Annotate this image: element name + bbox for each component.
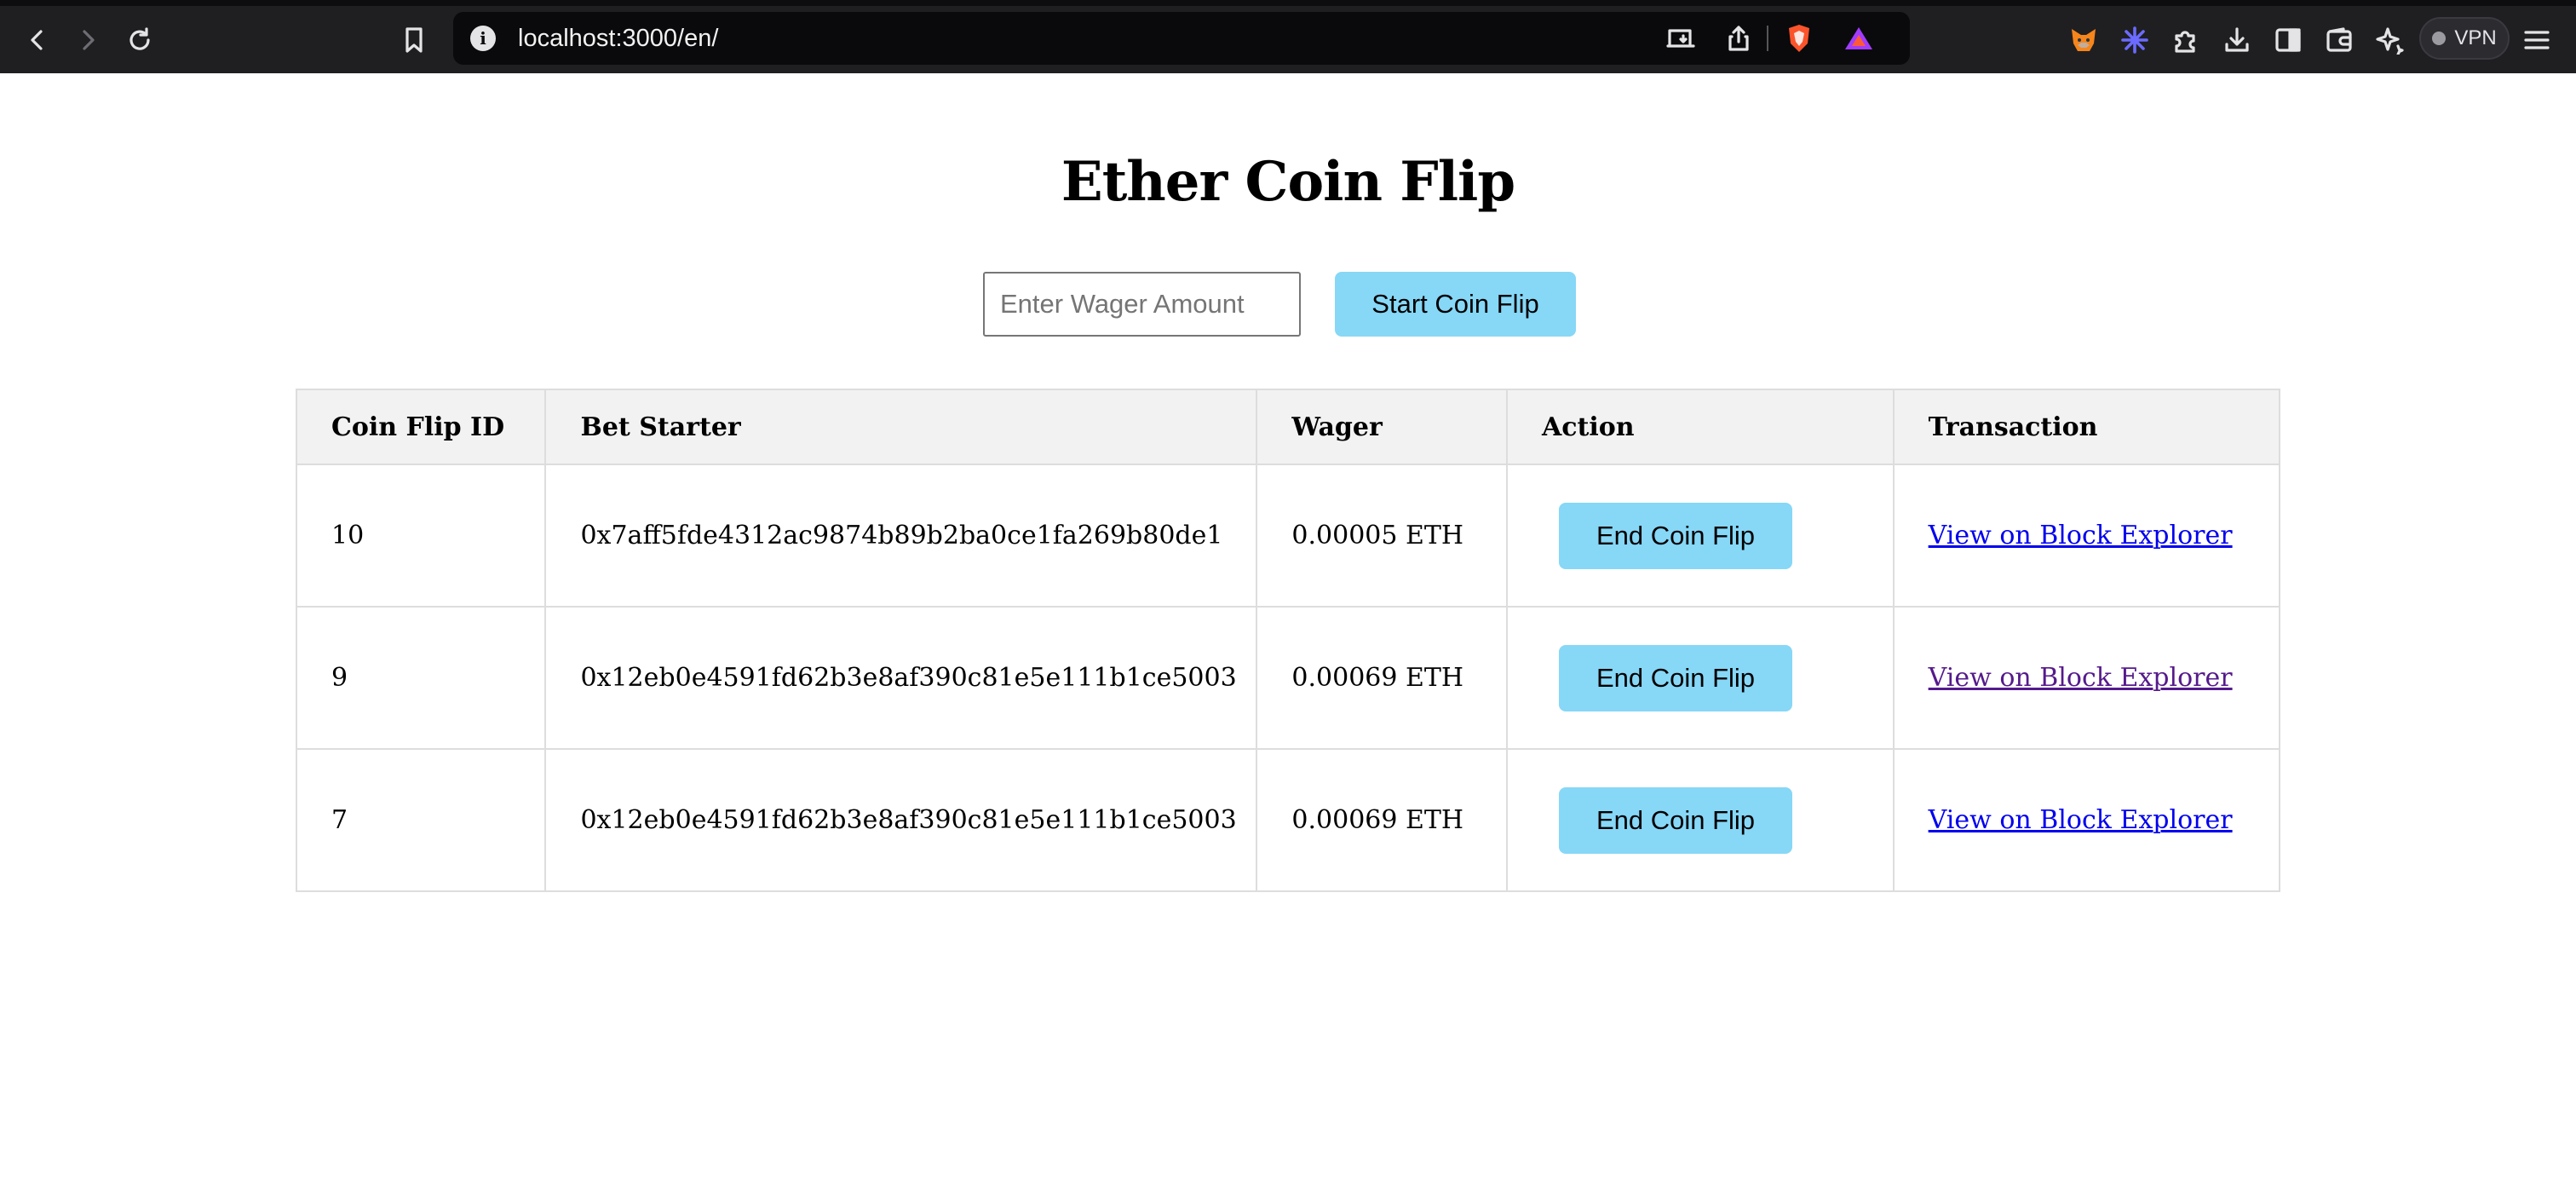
table-row: 7 0x12eb0e4591fd62b3e8af390c81e5e111b1ce… bbox=[295, 748, 2281, 892]
wager-amount: 0.00005 ETH bbox=[1256, 464, 1508, 608]
back-icon[interactable] bbox=[17, 6, 58, 73]
vpn-label: VPN bbox=[2454, 26, 2497, 49]
ai-sparkle-icon[interactable] bbox=[2370, 6, 2411, 73]
reload-icon[interactable] bbox=[119, 6, 160, 73]
transaction-cell: View on Block Explorer bbox=[1892, 464, 2281, 608]
vpn-button[interactable]: VPN bbox=[2419, 17, 2510, 60]
header-transaction: Transaction bbox=[1892, 389, 2281, 465]
bet-starter-address: 0x12eb0e4591fd62b3e8af390c81e5e111b1ce50… bbox=[544, 606, 1258, 750]
transaction-cell: View on Block Explorer bbox=[1892, 748, 2281, 892]
brave-rewards-icon[interactable] bbox=[1839, 12, 1878, 65]
table-row: 9 0x12eb0e4591fd62b3e8af390c81e5e111b1ce… bbox=[295, 606, 2281, 750]
forward-icon[interactable] bbox=[67, 6, 108, 73]
header-wager: Wager bbox=[1256, 389, 1508, 465]
wager-amount-input[interactable] bbox=[983, 272, 1301, 337]
share-icon[interactable] bbox=[1719, 12, 1758, 65]
block-explorer-link[interactable]: View on Block Explorer bbox=[1929, 663, 2233, 693]
wager-amount: 0.00069 ETH bbox=[1256, 748, 1508, 892]
extensions-icon[interactable] bbox=[2165, 6, 2206, 73]
header-action: Action bbox=[1506, 389, 1895, 465]
info-icon[interactable]: i bbox=[470, 26, 496, 51]
coin-flip-id: 9 bbox=[295, 606, 547, 750]
transaction-cell: View on Block Explorer bbox=[1892, 606, 2281, 750]
header-bet-starter: Bet Starter bbox=[544, 389, 1258, 465]
menu-icon[interactable] bbox=[2516, 6, 2557, 73]
end-coin-flip-button[interactable]: End Coin Flip bbox=[1559, 502, 1792, 569]
action-cell: End Coin Flip bbox=[1506, 606, 1895, 750]
browser-toolbar: i localhost:3000/en/ VPN bbox=[0, 0, 2576, 73]
wager-amount: 0.00069 ETH bbox=[1256, 606, 1508, 750]
coin-flip-id: 10 bbox=[295, 464, 547, 608]
address-bar[interactable]: i localhost:3000/en/ bbox=[453, 12, 1910, 65]
brave-shields-icon[interactable] bbox=[1780, 12, 1819, 65]
cast-icon[interactable] bbox=[1661, 12, 1700, 65]
action-cell: End Coin Flip bbox=[1506, 464, 1895, 608]
wallet-icon[interactable] bbox=[2319, 6, 2360, 73]
end-coin-flip-button[interactable]: End Coin Flip bbox=[1559, 644, 1792, 711]
table-row: 10 0x7aff5fde4312ac9874b89b2ba0ce1fa269b… bbox=[295, 464, 2281, 608]
block-explorer-link[interactable]: View on Block Explorer bbox=[1929, 805, 2233, 835]
bet-starter-address: 0x7aff5fde4312ac9874b89b2ba0ce1fa269b80d… bbox=[544, 464, 1258, 608]
header-coin-flip-id: Coin Flip ID bbox=[295, 389, 547, 465]
sidebar-icon[interactable] bbox=[2268, 6, 2309, 73]
metamask-icon[interactable] bbox=[2063, 6, 2104, 73]
end-coin-flip-button[interactable]: End Coin Flip bbox=[1559, 786, 1792, 854]
vpn-status-dot bbox=[2432, 32, 2447, 45]
downloads-icon[interactable] bbox=[2217, 6, 2257, 73]
toolbar-separator bbox=[1767, 26, 1768, 51]
url-text[interactable]: localhost:3000/en/ bbox=[518, 12, 718, 65]
table-header-row: Coin Flip ID Bet Starter Wager Action Tr… bbox=[295, 389, 2281, 465]
coin-flips-table: Coin Flip ID Bet Starter Wager Action Tr… bbox=[295, 389, 2281, 892]
leo-icon[interactable] bbox=[2114, 6, 2155, 73]
page-title: Ether Coin Flip bbox=[1061, 150, 1515, 214]
block-explorer-link[interactable]: View on Block Explorer bbox=[1929, 521, 2233, 550]
bookmark-icon[interactable] bbox=[394, 6, 434, 73]
action-cell: End Coin Flip bbox=[1506, 748, 1895, 892]
start-coin-flip-button[interactable]: Start Coin Flip bbox=[1335, 272, 1576, 337]
coin-flip-id: 7 bbox=[295, 748, 547, 892]
bet-starter-address: 0x12eb0e4591fd62b3e8af390c81e5e111b1ce50… bbox=[544, 748, 1258, 892]
